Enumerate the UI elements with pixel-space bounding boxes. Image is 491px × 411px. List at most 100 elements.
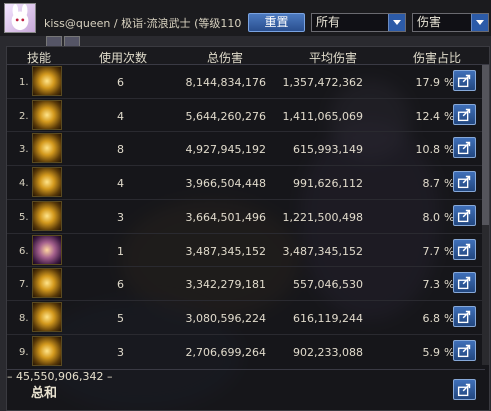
player-info: kiss@queen / 极诣·流浪武士 (等级110 [44,15,241,31]
skill-icon[interactable] [32,335,62,366]
player-avatar[interactable] [4,3,36,33]
row-total-damage: 3,487,345,152 [185,244,266,258]
row-index: 2. [19,110,29,122]
share-row-button[interactable] [453,339,476,361]
share-row-button[interactable] [453,238,476,260]
filter-dropdown-value: 所有 [316,15,341,29]
total-damage: 45,550,906,342 [16,370,104,383]
row-total-damage: 2,706,699,264 [185,345,266,359]
row-total-damage: 3,080,596,224 [185,311,266,325]
table-row: 1. 6 8,144,834,176 1,357,472,362 17.9% [7,65,485,97]
row-damage-pct: 10.8 [415,143,441,157]
share-export-icon [457,175,471,189]
total-label: 总和 [31,386,58,401]
chevron-down-icon[interactable] [471,14,488,31]
row-damage-pct: 8.0 [422,210,441,224]
reset-button[interactable]: 重置 [248,13,305,32]
header-uses: 使用次数 [99,51,148,65]
row-total-damage: 3,342,279,181 [185,278,266,292]
share-row-button[interactable] [453,103,476,125]
row-uses: 6 [117,76,124,89]
share-export-icon [457,142,471,155]
scrollbar[interactable] [482,65,489,365]
row-damage-pct: 6.8 [422,311,441,325]
row-index: 6. [19,245,29,257]
share-export-icon [457,108,471,121]
share-row-button[interactable] [453,204,476,226]
skill-icon[interactable] [32,133,62,164]
player-name: kiss@queen [44,17,111,30]
row-avg-damage: 1,221,500,498 [282,210,363,224]
skill-icon[interactable] [32,167,62,198]
row-avg-damage: 3,487,345,152 [282,244,363,258]
row-damage-pct: 12.4 [415,109,441,123]
row-avg-damage: 557,046,530 [293,278,363,292]
header-avg: 平均伤害 [309,51,358,65]
share-row-button[interactable] [453,171,476,193]
skill-icon[interactable] [32,234,62,265]
share-export-icon [457,383,471,397]
player-separator: / [113,17,118,30]
table-row: 3. 8 4,927,945,192 615,993,149 10.8% [7,132,485,164]
header-pct: 伤害占比 [413,51,462,65]
total-row: 总和 – 45,550,906,342 – [7,369,485,411]
row-uses: 8 [117,143,124,157]
row-total-damage: 3,664,501,496 [185,210,266,224]
share-total-button[interactable] [453,379,476,400]
share-export-icon [457,209,471,222]
table-row: 8. 5 3,080,596,224 616,119,244 6.8% [7,301,485,333]
skill-icon[interactable] [32,99,62,130]
player-class: 极诣·流浪武士 (等级110 [121,17,242,30]
skill-icon[interactable] [32,268,62,299]
scrollbar-thumb[interactable] [482,65,489,225]
share-row-button[interactable] [453,137,476,159]
filter-dropdown[interactable]: 所有 [311,13,406,32]
metric-dropdown-value: 伤害 [417,15,442,29]
row-uses: 4 [117,109,124,123]
row-damage-pct: 5.9 [422,345,441,359]
damage-stats-panel: 技能 使用次数 总伤害 平均伤害 伤害占比 1. 6 8,144,834,176 1,… [6,46,490,411]
header-skill: 技能 [27,51,52,65]
share-row-button[interactable] [453,272,476,294]
row-index: 4. [19,178,29,190]
table-row: 5. 3 3,664,501,496 1,221,500,498 8.0% [7,200,485,232]
row-index: 9. [19,346,29,358]
row-avg-damage: 615,993,149 [293,143,363,157]
row-index: 1. [19,77,29,88]
table-header: 技能 使用次数 总伤害 平均伤害 伤害占比 [7,47,489,65]
chevron-down-icon[interactable] [388,14,405,31]
row-index: 8. [19,312,29,324]
skill-icon[interactable] [32,200,62,231]
total-avg: – [106,370,113,383]
row-damage-pct: 7.3 [422,278,441,292]
share-export-icon [457,344,471,357]
share-row-button[interactable] [453,70,476,91]
row-uses: 3 [117,210,124,224]
table-row: 2. 4 5,644,260,276 1,411,065,069 12.4% [7,99,485,131]
row-avg-damage: 1,411,065,069 [282,109,363,123]
row-total-damage: 3,966,504,448 [185,177,266,191]
row-index: 5. [19,211,29,223]
share-export-icon [457,276,471,290]
row-avg-damage: 902,233,088 [293,345,363,359]
table-row: 9. 3 2,706,699,264 902,233,088 5.9% [7,335,485,367]
share-row-button[interactable] [453,305,476,327]
row-total-damage: 8,144,834,176 [185,76,266,89]
skill-icon[interactable] [32,66,62,96]
share-export-icon [457,74,471,88]
row-avg-damage: 991,626,112 [293,177,363,191]
header-total: 总伤害 [207,51,244,65]
row-uses: 6 [117,278,124,292]
row-uses: 3 [117,345,124,359]
row-damage-pct: 17.9 [415,76,441,89]
metric-dropdown[interactable]: 伤害 [412,13,489,32]
row-total-damage: 5,644,260,276 [185,109,266,123]
table-row: 6. 1 3,487,345,152 3,487,345,152 7.7% [7,234,485,266]
table-row: 4. 4 3,966,504,448 991,626,112 8.7% [7,166,485,198]
row-index: 3. [19,144,29,156]
row-uses: 5 [117,311,124,325]
row-uses: 1 [117,244,124,258]
share-export-icon [457,243,471,256]
skill-icon[interactable] [32,301,62,332]
row-damage-pct: 8.7 [422,177,441,191]
